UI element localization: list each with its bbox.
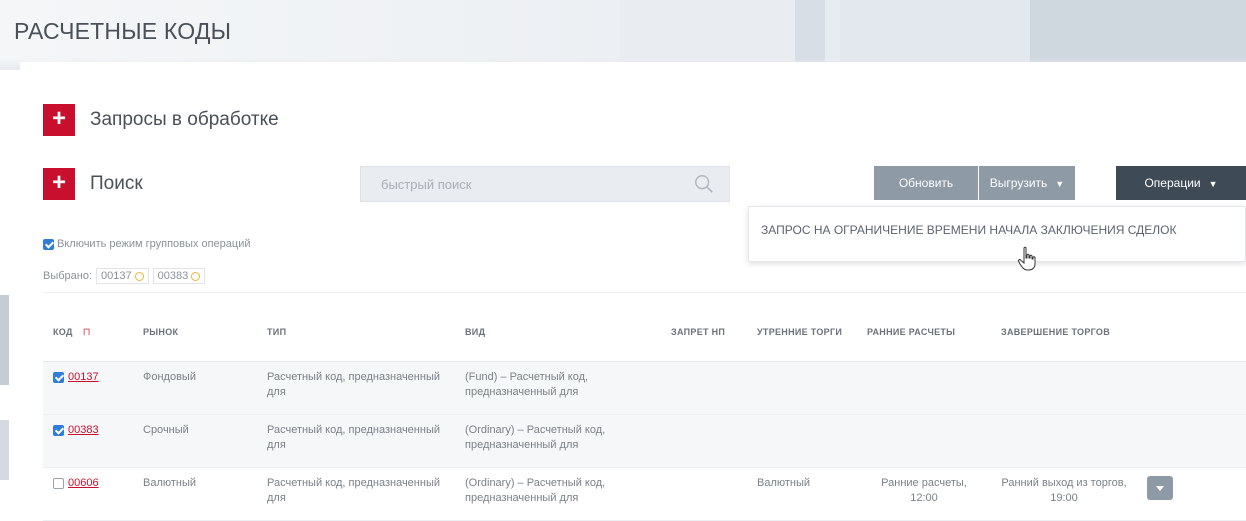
selected-items-bar: Выбрано: 00137 00383 — [43, 268, 206, 284]
operations-button[interactable]: Операции ▼ — [1116, 166, 1246, 200]
column-header-finish[interactable]: ЗАВЕРШЕНИЕ ТОРГОВ — [991, 303, 1137, 362]
settlement-codes-table: КОД ⊓ РЫНОК ТИП ВИД ЗАПРЕТ НП УТРЕННИЕ ТО… — [43, 303, 1246, 521]
ban-cell — [661, 414, 747, 468]
column-header-morning[interactable]: УТРЕННИЕ ТОРГИ — [747, 303, 857, 362]
export-button[interactable]: Выгрузить ▼ — [979, 166, 1075, 200]
divider — [43, 292, 1246, 293]
early-cell — [857, 414, 991, 468]
group-mode-checkbox[interactable] — [43, 238, 54, 250]
market-cell: Фондовый — [133, 361, 257, 415]
selected-tag: 00383 — [152, 268, 206, 284]
filter-icon[interactable]: ⊓ — [83, 327, 91, 338]
expand-search-button[interactable]: + — [43, 168, 75, 200]
quick-search-box — [360, 166, 730, 202]
chevron-down-icon: ▼ — [1055, 178, 1065, 189]
type-cell: Расчетный код, предназначенный для — [257, 467, 455, 521]
ban-cell — [661, 467, 747, 521]
code-link[interactable]: 00137 — [68, 370, 99, 385]
row-checkbox[interactable] — [53, 372, 64, 383]
actions-cell — [1137, 414, 1246, 468]
early-cell — [857, 361, 991, 415]
actions-cell — [1137, 361, 1246, 415]
search-section-title: Поиск — [90, 173, 143, 194]
refresh-button[interactable]: Обновить — [874, 166, 978, 200]
morning-cell — [747, 414, 857, 468]
menu-item-time-restriction-request[interactable]: ЗАПРОС НА ОГРАНИЧЕНИЕ ВРЕМЕНИ НАЧАЛА ЗАК… — [761, 223, 1177, 237]
selected-tag: 00137 — [96, 268, 149, 284]
table-row[interactable]: 00383 Срочный Расчетный код, предназначе… — [43, 414, 1246, 468]
background-decor — [0, 295, 9, 385]
table-row[interactable]: 00606 Валютный Расчетный код, предназнач… — [43, 467, 1246, 521]
chevron-down-icon: ▼ — [1208, 178, 1218, 189]
selected-label: Выбрано: — [43, 270, 93, 282]
row-actions-button[interactable] — [1147, 476, 1173, 500]
expand-requests-button[interactable]: + — [43, 104, 75, 136]
remove-tag-icon[interactable] — [191, 271, 201, 281]
finish-cell: Ранний выход из торгов, 19:00 — [991, 467, 1137, 521]
remove-tag-icon[interactable] — [134, 271, 144, 281]
refresh-button-label: Обновить — [898, 176, 954, 190]
column-header-early[interactable]: РАННИЕ РАСЧЕТЫ — [857, 303, 991, 362]
kind-cell: (Fund) – Расчетный код, предназначенный … — [455, 361, 661, 415]
operations-dropdown-menu: ЗАПРОС НА ОГРАНИЧЕНИЕ ВРЕМЕНИ НАЧАЛА ЗАК… — [748, 206, 1246, 262]
requests-section-title: Запросы в обработке — [90, 109, 279, 130]
row-checkbox[interactable] — [53, 425, 64, 436]
operations-button-label: Операции — [1144, 176, 1201, 190]
column-header-ban[interactable]: ЗАПРЕТ НП — [661, 303, 747, 362]
early-cell: Ранние расчеты, 12:00 — [857, 467, 991, 521]
export-button-label: Выгрузить — [989, 176, 1048, 190]
quick-search-input[interactable] — [381, 177, 681, 192]
finish-cell — [991, 414, 1137, 468]
page-title: РАСЧЕТНЫЕ КОДЫ — [14, 18, 232, 44]
table-row[interactable]: 00137 Фондовый Расчетный код, предназнач… — [43, 361, 1246, 415]
search-icon[interactable] — [693, 173, 715, 195]
column-header-label: КОД — [53, 326, 73, 337]
column-header-actions — [1137, 303, 1246, 362]
type-cell: Расчетный код, предназначенный для — [257, 361, 455, 415]
column-header-market[interactable]: РЫНОК — [133, 303, 257, 362]
actions-cell — [1137, 467, 1246, 521]
hand-cursor-icon — [1017, 246, 1036, 271]
selected-tag-label: 00137 — [101, 270, 132, 282]
column-header-type[interactable]: ТИП — [257, 303, 455, 362]
market-cell: Валютный — [133, 467, 257, 521]
column-header-code[interactable]: КОД ⊓ — [43, 303, 133, 362]
code-link[interactable]: 00383 — [68, 423, 99, 438]
background-decor — [0, 420, 9, 480]
ban-cell — [661, 361, 747, 415]
group-mode-label: Включить режим групповых операций — [57, 238, 251, 250]
column-header-kind[interactable]: ВИД — [455, 303, 661, 362]
market-cell: Срочный — [133, 414, 257, 468]
morning-cell — [747, 361, 857, 415]
morning-cell: Валютный — [747, 467, 857, 521]
kind-cell: (Ordinary) – Расчетный код, предназначен… — [455, 467, 661, 521]
group-mode-toggle[interactable]: Включить режим групповых операций — [43, 238, 251, 250]
row-checkbox[interactable] — [53, 478, 64, 489]
type-cell: Расчетный код, предназначенный для — [257, 414, 455, 468]
selected-tag-label: 00383 — [157, 270, 189, 282]
kind-cell: (Ordinary) – Расчетный код, предназначен… — [455, 414, 661, 468]
finish-cell — [991, 361, 1137, 415]
code-link[interactable]: 00606 — [68, 476, 99, 491]
table-header-row: КОД ⊓ РЫНОК ТИП ВИД ЗАПРЕТ НП УТРЕННИЕ ТО… — [43, 303, 1246, 362]
